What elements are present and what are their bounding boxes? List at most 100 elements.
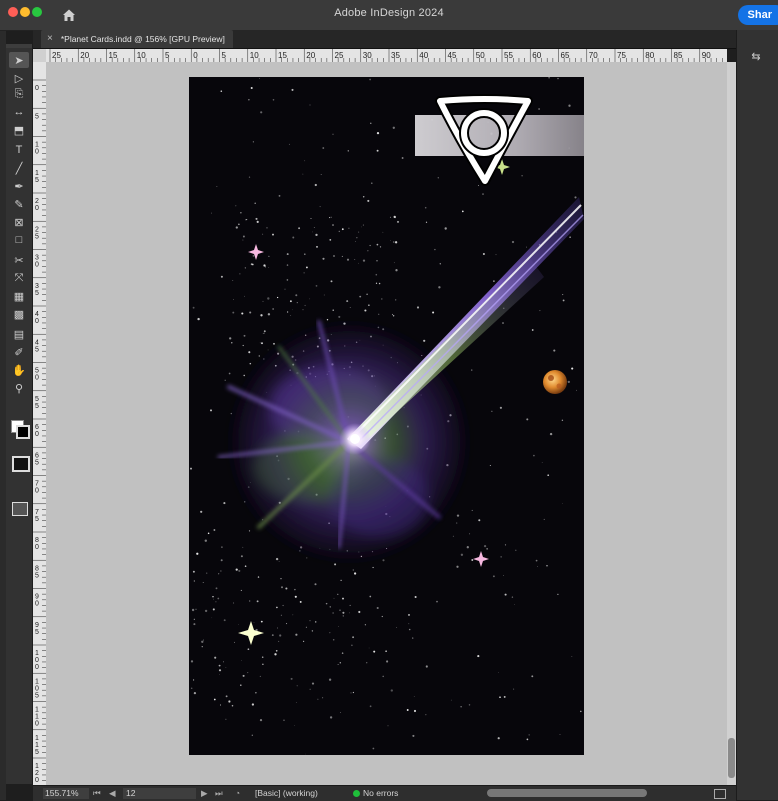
hand-tool-icon[interactable]: ✋	[9, 362, 29, 378]
split-layout-icon[interactable]	[714, 789, 726, 799]
first-page-icon[interactable]: ⏮	[93, 788, 101, 799]
star	[250, 263, 253, 266]
star	[314, 183, 317, 187]
zoom-field[interactable]: 155.71%	[43, 788, 89, 799]
preflight-profile[interactable]: [Basic] (working)	[255, 788, 318, 799]
star	[504, 593, 507, 596]
scissors-tool-icon[interactable]: ✂	[9, 252, 29, 268]
preflight-errors[interactable]: No errors	[363, 788, 398, 799]
document-page[interactable]	[189, 77, 584, 755]
star	[323, 294, 325, 296]
ruler-label: 5	[35, 749, 39, 756]
star	[240, 212, 242, 214]
ruler-label: 5	[35, 403, 39, 410]
pages-panel-icon[interactable]: ⇆	[747, 47, 765, 65]
star	[292, 309, 293, 311]
star	[330, 216, 332, 218]
star	[491, 410, 493, 412]
star	[286, 253, 289, 256]
star	[500, 556, 502, 558]
star	[200, 510, 203, 513]
star	[286, 264, 289, 266]
ruler-label: 0	[35, 657, 39, 664]
star	[248, 99, 250, 101]
star	[311, 630, 314, 632]
vertical-ruler[interactable]: 0510152025303540455055606570758085909510…	[33, 62, 47, 785]
document-tab[interactable]: × *Planet Cards.indd @ 156% [GPU Preview…	[41, 30, 233, 48]
star	[304, 753, 306, 755]
free-transform-tool-icon[interactable]: ⤧	[9, 270, 29, 286]
star	[225, 718, 227, 720]
star	[232, 280, 234, 281]
zoom-tool-icon[interactable]: ⚲	[9, 380, 29, 396]
star	[533, 454, 535, 457]
view-mode-icon[interactable]	[12, 502, 28, 516]
vertical-scroll-thumb[interactable]	[728, 738, 735, 778]
star	[276, 296, 279, 299]
star	[256, 220, 259, 223]
panel-grip[interactable]	[6, 44, 32, 48]
ruler-label: 0	[35, 149, 39, 156]
pencil-tool-icon[interactable]: ✎	[9, 196, 29, 212]
page-tool-icon[interactable]: ⎘	[9, 86, 29, 102]
ruler-origin[interactable]	[33, 49, 47, 63]
screen-mode-icon[interactable]	[12, 456, 30, 472]
pen-tool-icon[interactable]: ✒	[9, 178, 29, 194]
horizontal-ruler[interactable]: 25 20 15 10 5 0 5 10 15 20 25 30 35 40 45 50 55 60 65 70 75 8…	[46, 49, 727, 63]
direct-selection-tool-icon[interactable]: ▷	[9, 70, 29, 86]
star	[366, 662, 368, 664]
horizontal-scroll-thumb[interactable]	[487, 789, 647, 797]
ruler-label: 5	[35, 346, 39, 353]
star	[567, 380, 570, 384]
status-bar: 155.71% ⏮ ◀ 12 ▶ ⏭ ◔ [Basic] (working) N…	[33, 785, 736, 801]
star	[249, 311, 252, 314]
star	[320, 174, 322, 175]
share-button[interactable]: Shar	[737, 5, 778, 25]
star	[539, 310, 541, 312]
star	[277, 627, 278, 629]
rectangle-tool-icon[interactable]: □	[9, 232, 29, 248]
type-tool-icon[interactable]: T	[9, 142, 29, 158]
next-page-icon[interactable]: ▶	[201, 788, 208, 799]
star	[389, 216, 392, 218]
gap-tool-icon[interactable]: ↔	[9, 104, 29, 120]
rectangle-frame-tool-icon[interactable]: ⊠	[9, 214, 29, 230]
star	[372, 566, 374, 569]
preflight-icon[interactable]: ◔	[235, 788, 240, 799]
star	[332, 639, 335, 641]
horizontal-ruler-ticks: 25 20 15 10 5 0 5 10 15 20 25 30 35 40 45 50 55 60 65 70 75 8…	[49, 49, 723, 62]
page-number-field[interactable]: 12	[123, 788, 196, 799]
ruler-label: 2	[35, 198, 39, 205]
star	[292, 236, 295, 239]
star	[275, 557, 279, 561]
gradient-tool-icon[interactable]: ▦	[9, 288, 29, 304]
star	[368, 304, 370, 306]
last-page-icon[interactable]: ⏭	[215, 788, 223, 799]
gradient-feather-tool-icon[interactable]: ▩	[9, 306, 29, 322]
star	[332, 612, 334, 614]
ruler-label: 1	[35, 170, 39, 177]
star	[362, 259, 366, 262]
ruler-label: 15	[109, 51, 118, 60]
line-tool-icon[interactable]: ╱	[9, 160, 29, 176]
eyedropper-tool-icon[interactable]: ✐	[9, 344, 29, 360]
previous-page-icon[interactable]: ◀	[109, 788, 116, 799]
fill-stroke-swatch[interactable]	[11, 420, 30, 439]
close-tab-icon[interactable]: ×	[47, 30, 53, 48]
star	[263, 330, 266, 333]
star	[314, 583, 317, 586]
ruler-label: 5	[35, 629, 39, 636]
selection-tool-icon[interactable]: ➤	[9, 52, 29, 68]
star	[346, 300, 349, 303]
star	[373, 650, 376, 653]
star	[408, 628, 411, 631]
star	[502, 322, 504, 324]
star	[471, 369, 473, 371]
vertical-scrollbar[interactable]	[727, 62, 736, 785]
content-collector-tool-icon[interactable]: ⬒	[9, 122, 29, 138]
star	[240, 555, 243, 558]
comet-artwork[interactable]	[189, 77, 584, 755]
star	[478, 185, 479, 187]
ruler-label: 70	[589, 51, 598, 60]
note-tool-icon[interactable]: ▤	[9, 326, 29, 342]
